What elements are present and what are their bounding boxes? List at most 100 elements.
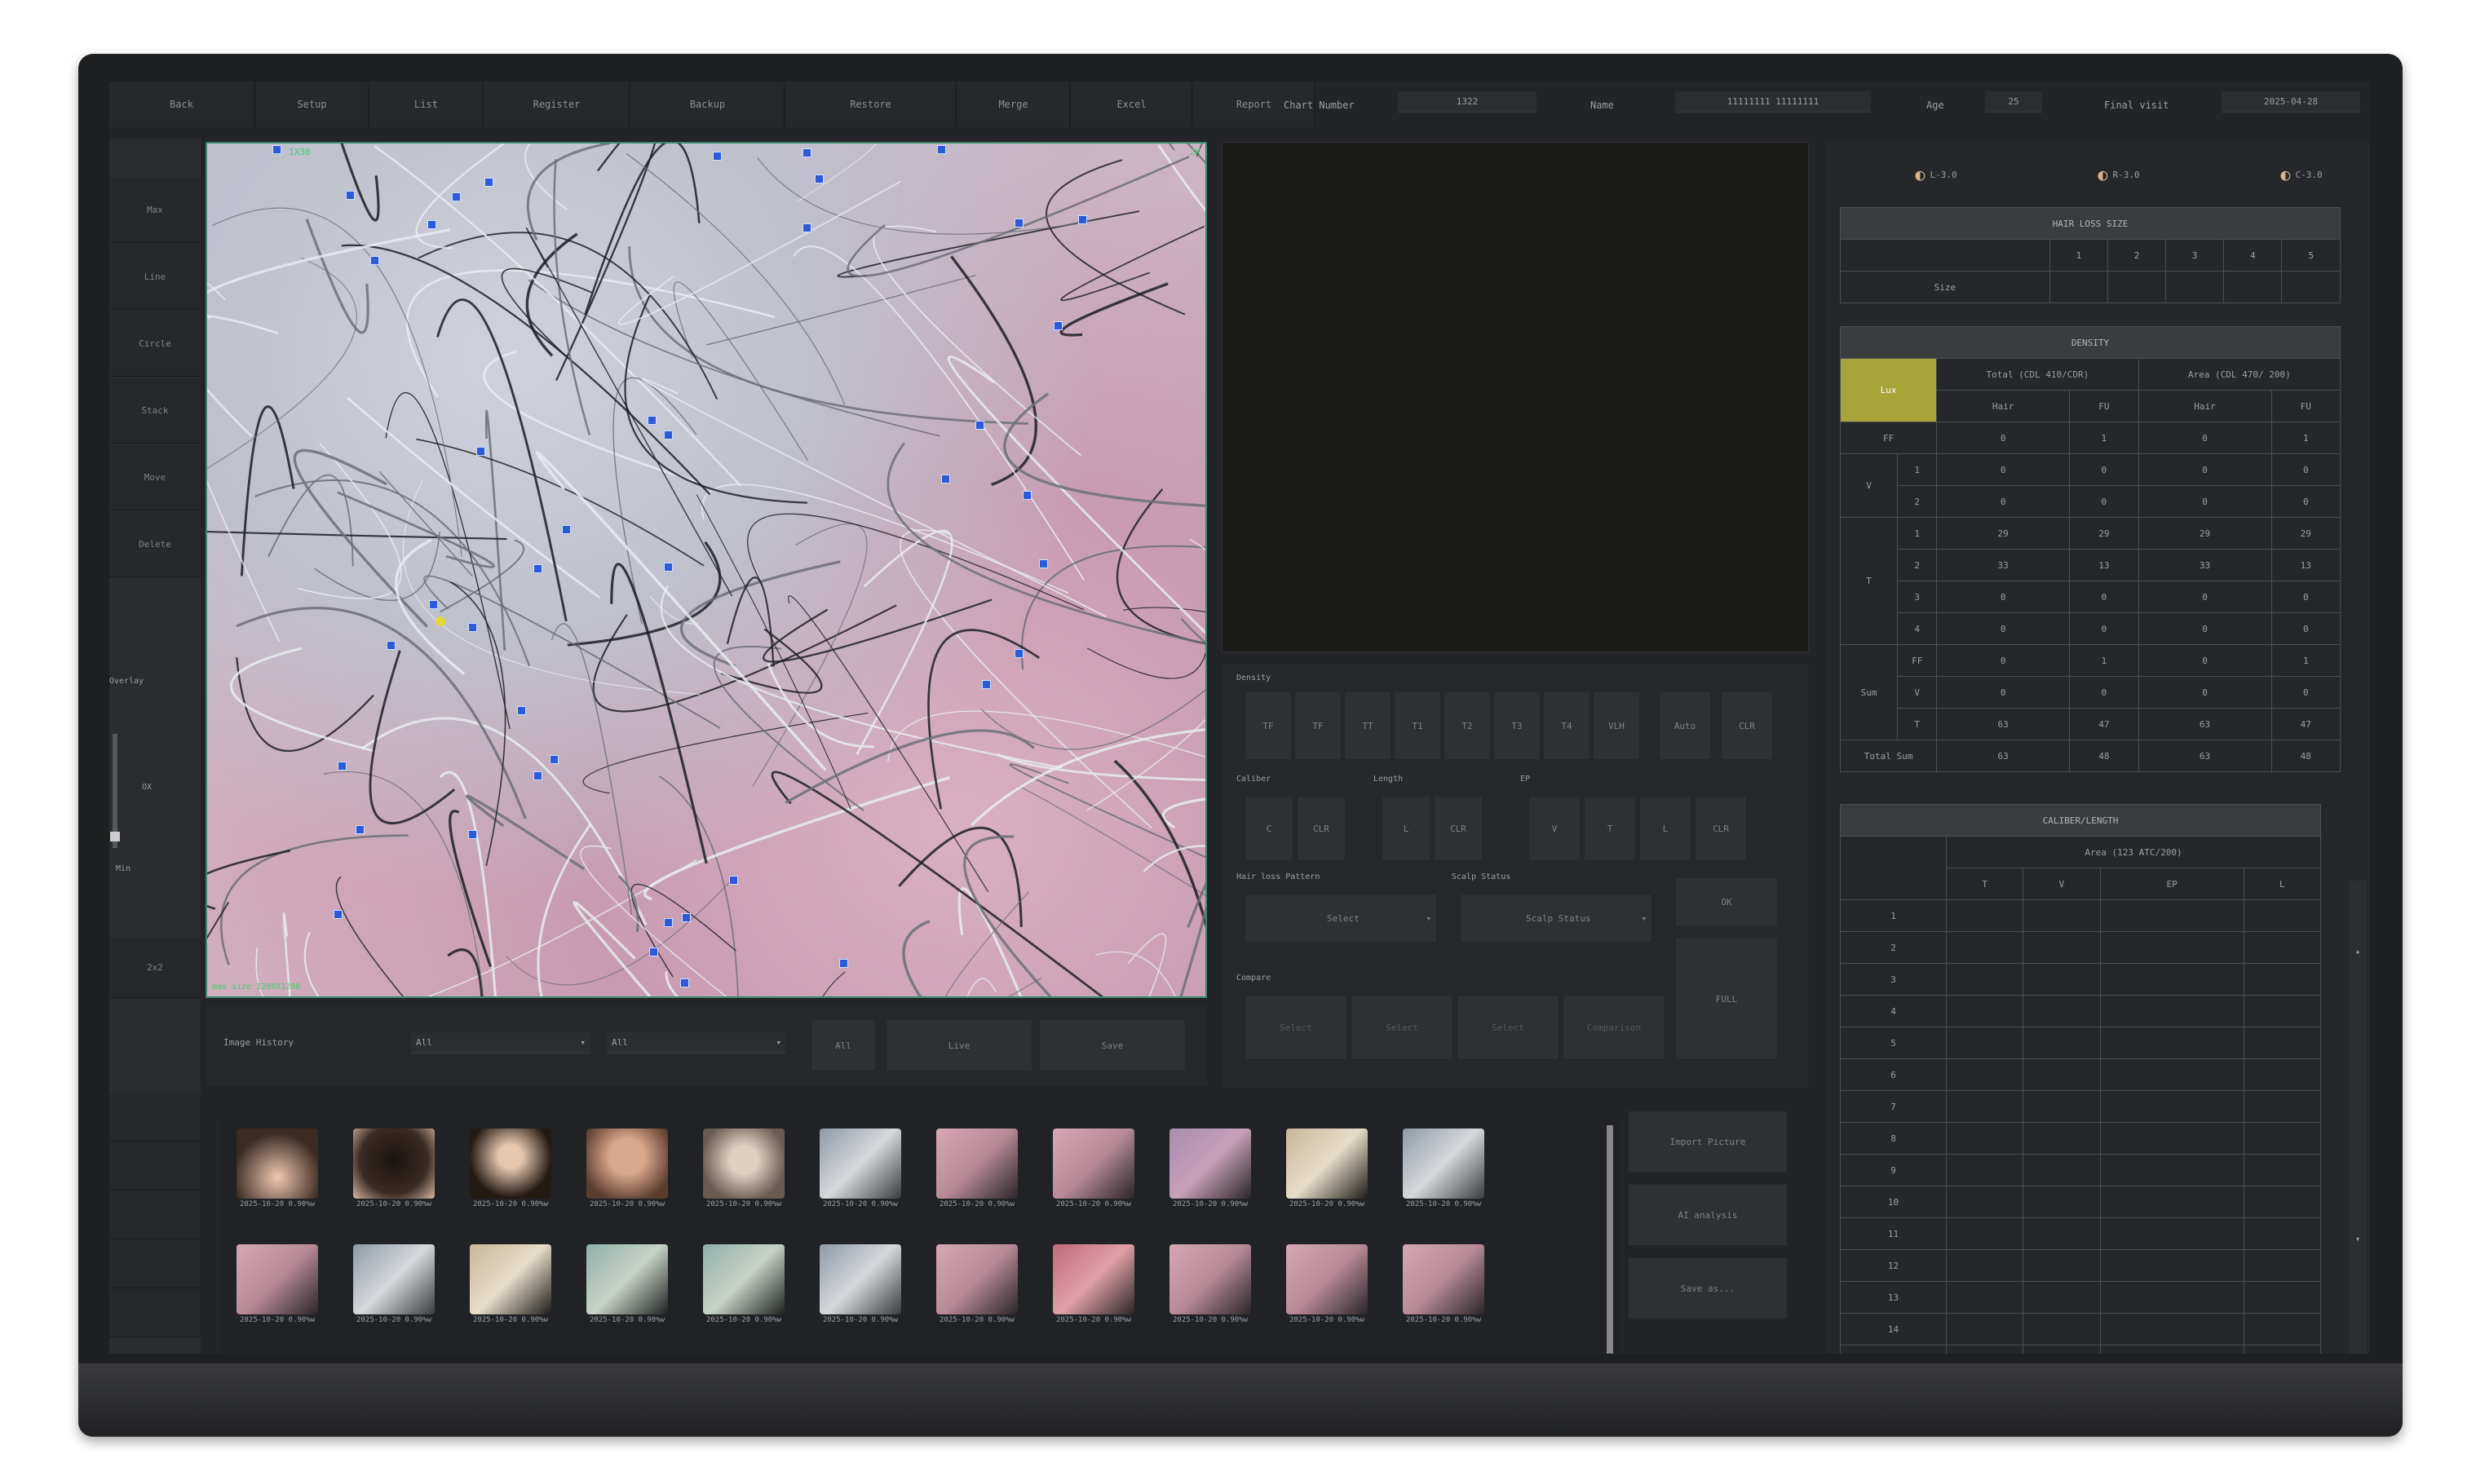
caliber-cell[interactable] [2023, 995, 2101, 1027]
age-field[interactable]: 25 [1985, 91, 2042, 113]
caliber-cell[interactable] [1945, 963, 2024, 996]
image-thumbnail[interactable]: 2025-10-20 0.90%w [1051, 1244, 1136, 1326]
image-thumbnail[interactable]: 2025-10-20 0.90%w [585, 1244, 670, 1326]
hair-marker[interactable] [839, 959, 848, 968]
final-visit-field[interactable]: 2025-04-28 [2222, 91, 2360, 113]
side-button-3[interactable] [109, 1190, 201, 1239]
density-type-button[interactable]: T2 [1444, 691, 1491, 760]
image-thumbnail[interactable]: 2025-10-20 0.90%w [1284, 1128, 1369, 1210]
image-thumbnail[interactable]: 2025-10-20 0.90%w [701, 1128, 786, 1210]
caliber-cell[interactable] [2099, 1345, 2244, 1354]
ep-button[interactable]: CLR [1695, 796, 1747, 861]
hair-marker[interactable] [517, 706, 526, 715]
hair-marker[interactable] [452, 192, 461, 201]
scalp-status-select[interactable]: Scalp Status ▾ [1460, 894, 1652, 943]
view-0-button[interactable]: ◐ L-3.0 [1871, 160, 2001, 189]
size-cell[interactable] [2165, 271, 2225, 303]
hair-marker[interactable] [680, 978, 689, 987]
caliber-cell[interactable] [1945, 899, 2024, 932]
caliber-cell[interactable] [1945, 1027, 2024, 1059]
hair-marker[interactable] [815, 174, 824, 183]
image-thumbnail[interactable]: 2025-10-20 0.90%w [1051, 1128, 1136, 1210]
compare-button[interactable]: Comparison [1563, 995, 1665, 1060]
density-type-button[interactable]: T3 [1493, 691, 1541, 760]
scalp-image-viewer[interactable]: 1X30 2X max size 1280X1280 [206, 142, 1207, 998]
hair-marker[interactable] [1015, 219, 1024, 227]
toolbar-button[interactable]: Merge [957, 82, 1070, 127]
caliber-cell[interactable] [2243, 1090, 2322, 1123]
size-cell[interactable] [2281, 271, 2341, 303]
compare-button[interactable]: Select [1351, 995, 1453, 1060]
comparison-view[interactable] [1222, 142, 1809, 652]
caliber-cell[interactable] [2023, 1122, 2101, 1155]
caliber-cell[interactable] [2099, 1058, 2244, 1091]
hair-marker[interactable] [664, 918, 673, 927]
caliber-cell[interactable] [2099, 1217, 2244, 1250]
image-thumbnail[interactable]: 2025-10-20 0.90%w [352, 1128, 436, 1210]
hair-marker[interactable] [550, 755, 559, 764]
view-1-button[interactable]: ◐ R-3.0 [2054, 160, 2184, 189]
density-type-button[interactable]: TF [1294, 691, 1342, 760]
toolbar-button[interactable]: Excel [1072, 82, 1192, 127]
size-cell[interactable] [2107, 271, 2167, 303]
caliber-cell[interactable] [1945, 1122, 2024, 1155]
hair-marker[interactable] [334, 910, 343, 919]
length-clear-button[interactable]: CLR [1434, 796, 1483, 861]
density-type-button[interactable]: TF [1245, 691, 1292, 760]
hair-marker[interactable] [484, 178, 493, 187]
caliber-cell[interactable] [2099, 1281, 2244, 1314]
hair-marker[interactable] [975, 421, 984, 430]
side-button-2[interactable] [109, 1142, 201, 1190]
image-thumbnail[interactable]: 2025-10-20 0.90%w [1168, 1244, 1253, 1326]
toolbar-button[interactable]: List [370, 82, 483, 127]
caliber-cell[interactable] [2243, 995, 2322, 1027]
toolbar-button[interactable]: Setup [256, 82, 369, 127]
caliber-cell[interactable] [1945, 931, 2024, 964]
tool-line-button[interactable]: Line [109, 245, 201, 310]
compare-button[interactable]: Select [1245, 995, 1347, 1060]
full-button[interactable]: FULL [1675, 938, 1778, 1060]
caliber-cell[interactable] [2243, 1281, 2322, 1314]
pattern-select[interactable]: Select ▾ [1245, 894, 1437, 943]
hair-marker[interactable] [562, 525, 571, 534]
caliber-cell[interactable] [2023, 1090, 2101, 1123]
save-button[interactable]: Save [1039, 1019, 1186, 1071]
live-button[interactable]: Live [886, 1019, 1032, 1071]
hair-marker[interactable] [982, 680, 991, 689]
caliber-cell[interactable] [2023, 1058, 2101, 1091]
caliber-cell[interactable] [2099, 1186, 2244, 1218]
image-thumbnail[interactable]: 2025-10-20 0.90%w [352, 1244, 436, 1326]
size-cell[interactable] [2049, 271, 2108, 303]
caliber-cell[interactable] [2243, 899, 2322, 932]
hair-marker[interactable] [729, 876, 738, 885]
image-thumbnail[interactable]: 2025-10-20 0.90%w [1168, 1128, 1253, 1210]
caliber-cell[interactable] [2099, 931, 2244, 964]
hair-marker[interactable] [664, 431, 673, 439]
toolbar-button[interactable]: Restore [786, 82, 956, 127]
image-thumbnail[interactable]: 2025-10-20 0.90%w [235, 1128, 320, 1210]
density-highlight-cell[interactable]: Lux [1839, 358, 1938, 422]
caliber-cell[interactable] [2023, 963, 2101, 996]
caliber-cell[interactable] [1945, 1217, 2024, 1250]
caliber-cell[interactable] [2099, 1154, 2244, 1186]
side-button-5[interactable] [109, 1288, 201, 1337]
tool-circle-button[interactable]: Circle [109, 311, 201, 377]
hair-marker[interactable] [272, 145, 281, 154]
hair-marker[interactable] [476, 447, 485, 456]
caliber-cell[interactable] [2243, 1027, 2322, 1059]
ep-button[interactable]: T [1584, 796, 1636, 861]
tool-move-button[interactable]: Move [109, 445, 201, 510]
caliber-cell[interactable] [1945, 1345, 2024, 1354]
caliber-cell[interactable] [2243, 1122, 2322, 1155]
selected-marker[interactable] [436, 616, 445, 626]
caliber-cell[interactable] [2099, 963, 2244, 996]
image-thumbnail[interactable]: 2025-10-20 0.90%w [818, 1244, 903, 1326]
hair-marker[interactable] [682, 913, 691, 922]
hair-marker[interactable] [648, 416, 657, 425]
caliber-cell[interactable] [1945, 1090, 2024, 1123]
tool-stack-button[interactable]: Stack [109, 378, 201, 444]
hair-marker[interactable] [802, 148, 811, 157]
density-type-button[interactable]: VLH [1593, 691, 1640, 760]
slider-thumb[interactable] [110, 832, 120, 841]
caliber-cell[interactable] [2023, 1345, 2101, 1354]
